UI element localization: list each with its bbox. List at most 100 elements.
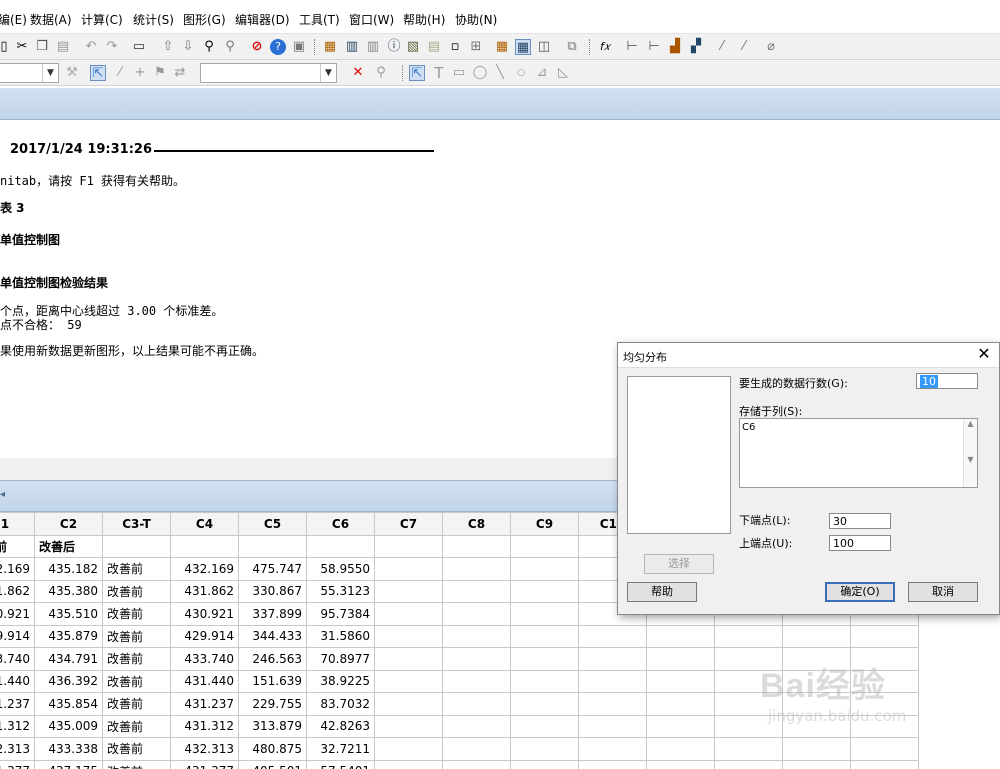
pencil-icon[interactable]: ⁄ [112, 65, 128, 81]
redo-icon[interactable]: ↷ [104, 39, 120, 55]
table-cell[interactable]: 433.740 [170, 647, 239, 671]
table-cell[interactable] [374, 624, 443, 648]
table-cell[interactable]: 改善前 [102, 669, 171, 693]
table-cell[interactable]: 431.862 [0, 579, 35, 603]
table-cell[interactable]: 431.312 [0, 714, 35, 738]
table-cell[interactable] [714, 759, 783, 769]
table-cell[interactable] [374, 669, 443, 693]
open-icon[interactable]: ▯ [0, 39, 12, 55]
column-name-cell[interactable] [510, 534, 579, 558]
table-cell[interactable]: 433.740 [0, 647, 35, 671]
column-header[interactable]: C6 [306, 512, 375, 536]
table-cell[interactable]: 436.392 [34, 669, 103, 693]
column-header[interactable]: C5 [238, 512, 307, 536]
down-icon[interactable]: ⇩ [180, 39, 196, 55]
stack-icon[interactable]: ⧉ [564, 39, 580, 55]
table-cell[interactable]: 435.879 [34, 624, 103, 648]
table-cell[interactable] [578, 692, 647, 716]
table-cell[interactable]: 430.921 [0, 602, 35, 626]
cancel-icon[interactable]: ⊘ [249, 39, 265, 55]
table-cell[interactable]: 433.338 [34, 737, 103, 761]
table-cell[interactable] [510, 647, 579, 671]
table-cell[interactable]: 337.899 [238, 602, 307, 626]
table-cell[interactable] [442, 669, 511, 693]
table-cell[interactable]: 405.501 [238, 759, 307, 769]
table-cell[interactable] [510, 602, 579, 626]
table-cell[interactable]: 431.237 [170, 692, 239, 716]
store-columns-field[interactable]: C6 ▲ ▼ [739, 418, 978, 488]
select-icon[interactable]: ⇱ [409, 65, 425, 81]
column-header[interactable]: C4 [170, 512, 239, 536]
copy-icon[interactable]: ❐ [34, 39, 50, 55]
table-cell[interactable] [510, 669, 579, 693]
table-cell[interactable]: 431.237 [0, 692, 35, 716]
table-cell[interactable] [510, 692, 579, 716]
table-cell[interactable] [374, 557, 443, 581]
table-cell[interactable] [578, 647, 647, 671]
column-name-cell[interactable]: 改善后 [34, 534, 103, 558]
table-cell[interactable]: 429.914 [0, 624, 35, 648]
help-icon[interactable]: ? [270, 39, 286, 55]
table-cell[interactable] [850, 624, 919, 648]
text-icon[interactable]: T [431, 65, 447, 81]
table-cell[interactable] [510, 759, 579, 769]
menu-stat[interactable]: 统计(S) [133, 11, 174, 28]
table-cell[interactable]: 改善前 [102, 692, 171, 716]
table-cell[interactable]: 475.747 [238, 557, 307, 581]
table-cell[interactable] [442, 714, 511, 738]
table-cell[interactable]: 431.440 [0, 669, 35, 693]
table-cell[interactable]: 改善前 [102, 624, 171, 648]
graph-icon[interactable]: ▦ [322, 39, 338, 55]
table-cell[interactable] [646, 647, 715, 671]
table-cell[interactable] [578, 669, 647, 693]
columns-icon[interactable]: ◫ [536, 39, 552, 55]
lower-field[interactable]: 30 [829, 513, 891, 529]
table-cell[interactable]: 42.8263 [306, 714, 375, 738]
table-cell[interactable] [646, 737, 715, 761]
rows-field[interactable]: 10 [916, 373, 978, 389]
bar-icon[interactable]: ▟ [667, 39, 683, 55]
table-cell[interactable]: 437.175 [34, 759, 103, 769]
table-cell[interactable]: 31.5860 [306, 624, 375, 648]
table-cell[interactable]: 431.440 [170, 669, 239, 693]
table-cell[interactable]: 95.7384 [306, 602, 375, 626]
table-cell[interactable] [850, 759, 919, 769]
table-cell[interactable]: 38.9225 [306, 669, 375, 693]
data-icon[interactable]: ▞ [688, 39, 704, 55]
table-cell[interactable] [578, 737, 647, 761]
table-cell[interactable]: 改善前 [102, 647, 171, 671]
table-cell[interactable] [374, 714, 443, 738]
table-cell[interactable] [510, 557, 579, 581]
dot-icon[interactable]: ○ [513, 65, 529, 81]
table-cell[interactable]: 432.313 [170, 737, 239, 761]
polygon-icon[interactable]: ◺ [555, 65, 571, 81]
table-cell[interactable] [646, 714, 715, 738]
graph-combo[interactable]: ▼ [0, 63, 59, 83]
table-cell[interactable]: 改善前 [102, 602, 171, 626]
brush-icon[interactable]: ⁄ [714, 39, 730, 55]
flag-icon[interactable]: ⚑ [152, 65, 168, 81]
table-cell[interactable]: 57.5401 [306, 759, 375, 769]
fx-icon[interactable]: f𝑥 [597, 39, 613, 55]
table-cell[interactable]: 432.313 [0, 737, 35, 761]
item-combo[interactable]: ▼ [200, 63, 337, 83]
column-name-cell[interactable] [374, 534, 443, 558]
table-cell[interactable]: 480.875 [238, 737, 307, 761]
table-cell[interactable]: 431.312 [170, 714, 239, 738]
table-cell[interactable] [646, 759, 715, 769]
project-manager-icon[interactable]: ⊞ [468, 39, 484, 55]
menu-edit[interactable]: 编(E) [0, 11, 27, 28]
table-cell[interactable]: 151.639 [238, 669, 307, 693]
select-arrow-icon[interactable]: ⇱ [90, 65, 106, 81]
zoom-icon[interactable]: ⚲ [373, 65, 389, 81]
select-button[interactable]: 选择 [644, 554, 714, 574]
table-cell[interactable] [442, 759, 511, 769]
delete-icon[interactable]: ✕ [350, 65, 366, 81]
table-cell[interactable] [442, 647, 511, 671]
rect-icon[interactable]: ▭ [451, 65, 467, 81]
table-cell[interactable]: 330.867 [238, 579, 307, 603]
ellipse-icon[interactable]: ◯ [472, 65, 488, 81]
table-cell[interactable]: 改善前 [102, 579, 171, 603]
table-cell[interactable] [374, 602, 443, 626]
table-cell[interactable] [510, 714, 579, 738]
